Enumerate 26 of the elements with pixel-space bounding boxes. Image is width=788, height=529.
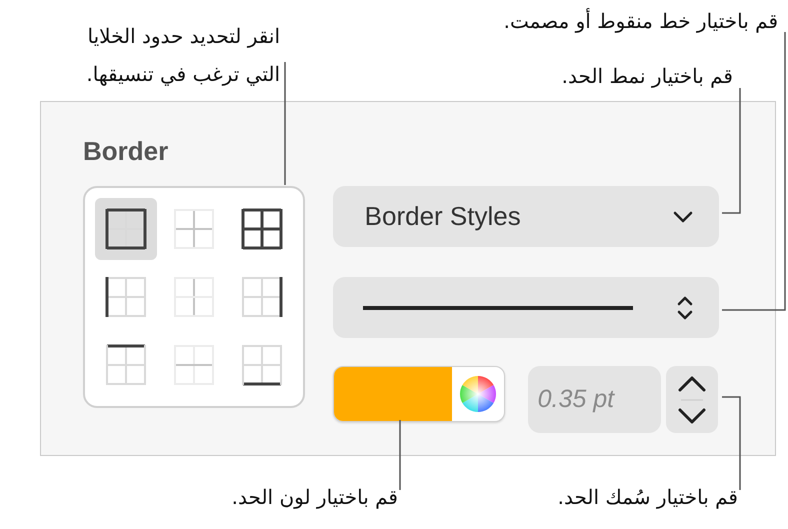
border-styles-menu[interactable]: Border Styles [332, 186, 719, 247]
callout-text: انقر لتحديد حدود الخلايا [86, 23, 280, 50]
stepper[interactable] [666, 366, 718, 433]
cell-borders-icon [172, 276, 215, 318]
cell-borders-icon [104, 276, 147, 318]
cell-borders-icon [172, 208, 215, 250]
cell-borders-icon [172, 344, 215, 386]
callout-text: قم باختيار نمط الحد. [562, 63, 733, 90]
line-sample-icon [362, 304, 633, 310]
color-well[interactable] [332, 366, 505, 422]
callout-text: التي ترغب في تنسيقها. [86, 61, 280, 88]
cell-borders-icon [240, 344, 283, 386]
cell-borders-icon [240, 276, 283, 318]
panel-title: Border [83, 136, 168, 168]
callout-text: قم باختيار سُمك الحد. [558, 484, 738, 511]
up-down-chevron-icon [677, 294, 693, 320]
callout-text: قم باختيار لون الحد. [232, 484, 398, 511]
chevron-down-icon [673, 210, 693, 222]
cell-borders-icon [240, 208, 283, 250]
cell-borders-icon [104, 344, 147, 386]
border-option[interactable] [95, 198, 157, 260]
line-style-menu[interactable] [332, 277, 719, 338]
callout-text: قم باختيار خط منقوط أو مصمت. [504, 7, 778, 35]
cell-borders-icon [104, 208, 147, 250]
leader-line [399, 420, 401, 490]
color-wheel-icon [458, 375, 497, 413]
